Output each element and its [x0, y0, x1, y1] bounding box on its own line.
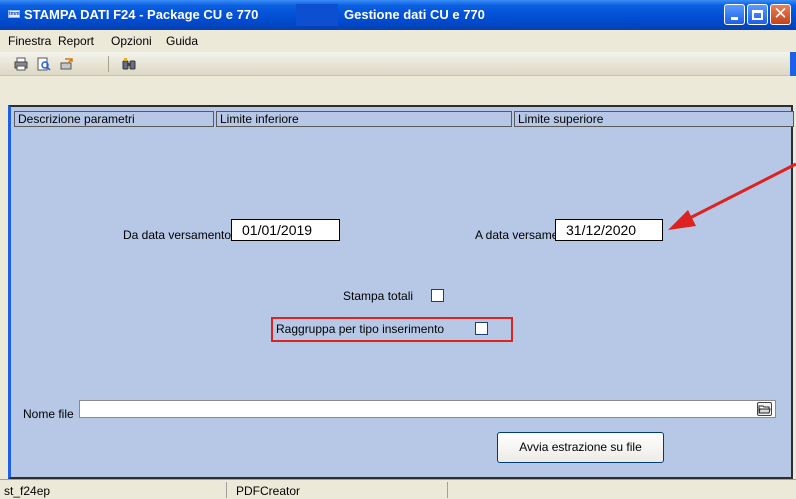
toolbar	[0, 52, 796, 76]
header-descrizione[interactable]: Descrizione parametri	[14, 111, 214, 127]
title-separator	[296, 4, 338, 26]
print-totals-label: Stampa totali	[343, 289, 414, 303]
to-date-input[interactable]: 31/12/2020	[555, 219, 663, 241]
menu-guida[interactable]: Guida	[166, 34, 198, 48]
status-divider	[226, 482, 227, 498]
menu-finestra[interactable]: Finestra	[8, 34, 51, 48]
close-icon: ✕	[773, 4, 788, 24]
toolbar-grip[interactable]	[790, 52, 796, 76]
close-button[interactable]: ✕	[770, 4, 791, 25]
browse-file-button[interactable]	[757, 402, 772, 416]
menu-opzioni[interactable]: Opzioni	[111, 34, 152, 48]
print-preview-icon[interactable]	[37, 57, 51, 71]
red-arrow-annotation	[668, 162, 796, 230]
app-icon[interactable]: tmm	[8, 10, 20, 18]
title-bar[interactable]: tmm STAMPA DATI F24 - Package CU e 770 G…	[0, 0, 796, 30]
minimize-button[interactable]	[724, 4, 745, 25]
menu-bar: Finestra Report Opzioni Guida	[0, 30, 796, 52]
start-extraction-button[interactable]: Avvia estrazione su file	[497, 432, 664, 463]
menu-report[interactable]: Report	[58, 34, 94, 48]
print-icon[interactable]	[14, 57, 28, 71]
header-limite-inferiore[interactable]: Limite inferiore	[216, 111, 512, 127]
from-date-input[interactable]: 01/01/2019	[231, 219, 340, 241]
group-by-type-checkbox[interactable]	[475, 322, 488, 335]
file-name-input[interactable]	[79, 400, 776, 418]
maximize-icon	[752, 9, 763, 20]
status-printer: PDFCreator	[236, 484, 301, 498]
file-name-label: Nome file	[23, 407, 74, 421]
maximize-button[interactable]	[747, 4, 768, 25]
status-divider	[447, 482, 448, 498]
group-by-type-label: Raggruppa per tipo inserimento	[276, 322, 445, 336]
export-icon[interactable]	[60, 57, 74, 71]
toolbar-separator	[108, 56, 109, 72]
parameters-header: Descrizione parametri Limite inferiore L…	[14, 108, 796, 128]
window-title: STAMPA DATI F24 - Package CU e 770	[24, 7, 259, 22]
status-form-name: st_f24ep	[4, 484, 51, 498]
header-limite-superiore[interactable]: Limite superiore	[514, 111, 794, 127]
minimize-icon	[731, 17, 738, 20]
binoculars-icon[interactable]	[122, 57, 136, 71]
status-bar: st_f24ep PDFCreator	[0, 479, 796, 499]
print-totals-checkbox[interactable]	[431, 289, 444, 302]
from-date-label: Da data versamento	[123, 228, 232, 242]
window-subtitle: Gestione dati CU e 770	[344, 7, 485, 22]
folder-open-icon	[758, 405, 771, 414]
